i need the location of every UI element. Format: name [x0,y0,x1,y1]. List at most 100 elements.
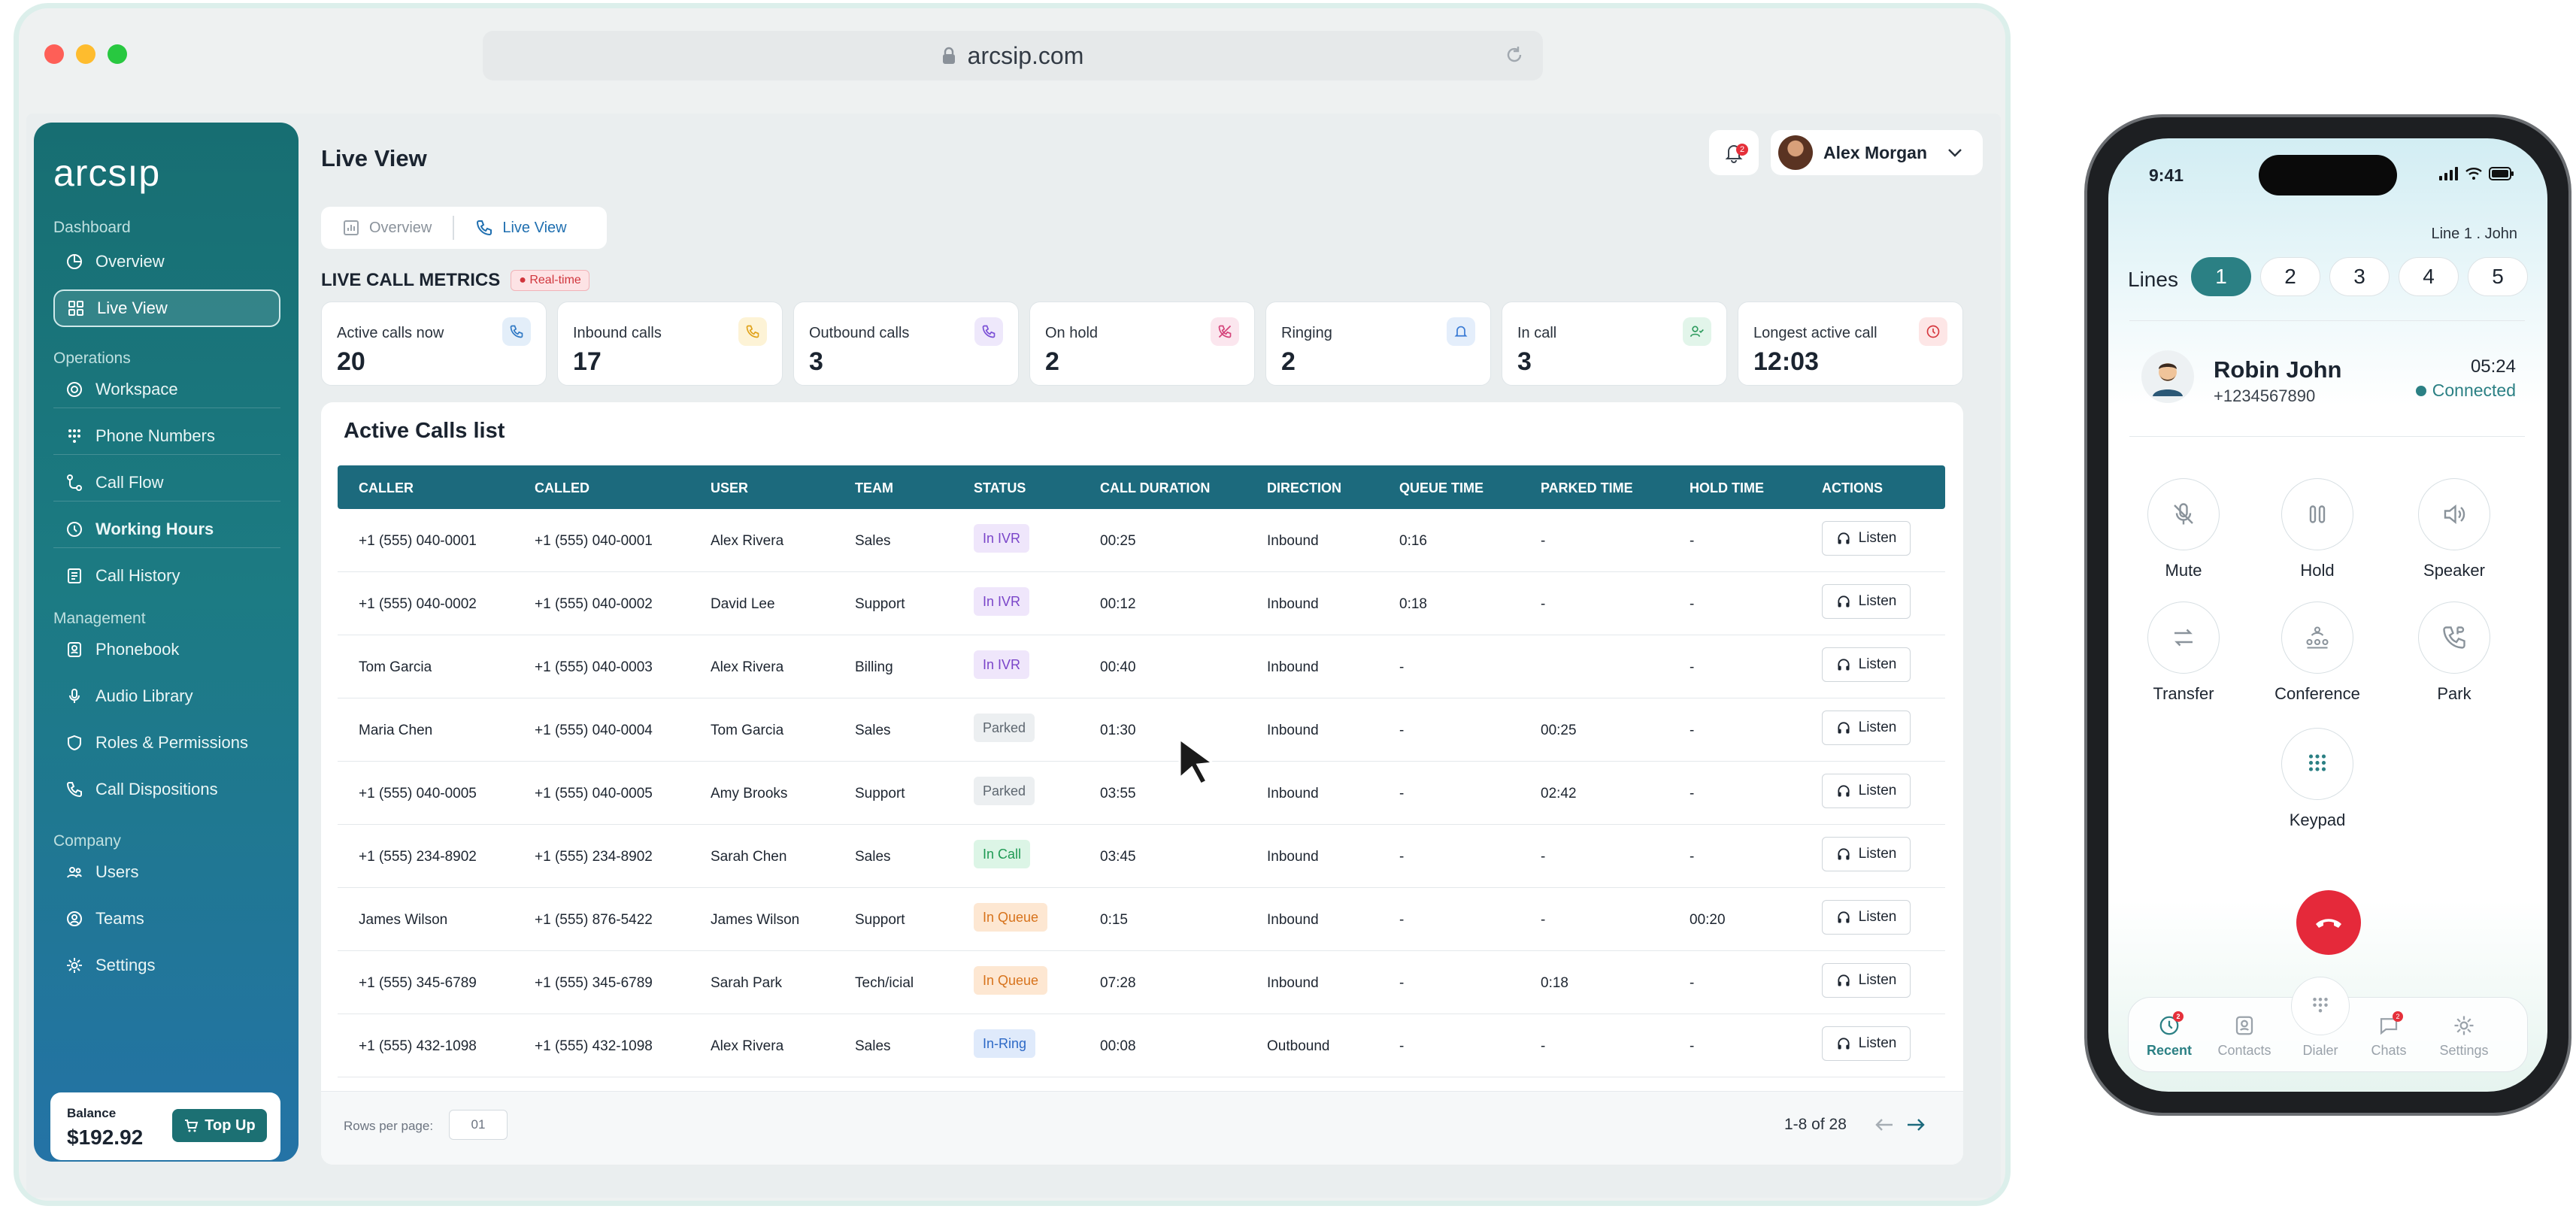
listen-button[interactable]: Listen [1822,584,1911,619]
table-cell: - [1690,533,1695,549]
sidebar-item-phonebook[interactable]: Phonebook [53,631,280,668]
phone-incoming-icon [738,317,767,346]
status-badge: Parked [974,714,1035,742]
listen-button[interactable]: Listen [1822,711,1911,745]
sidebar-item-roles-permissions[interactable]: Roles & Permissions [53,724,280,762]
table-cell: Inbound [1267,596,1319,612]
listen-label: Listen [1858,1035,1897,1051]
user-menu[interactable]: Alex Morgan [1771,130,1983,175]
tab-settings[interactable]: Settings [2426,1014,2502,1059]
metric-value: 3 [809,347,823,376]
line-1-button[interactable]: 1 [2191,257,2251,296]
pause-icon [2304,501,2331,528]
sidebar-item-overview[interactable]: Overview [53,243,280,280]
table-cell: - [1399,975,1405,991]
maximize-window-button[interactable] [108,44,127,64]
metric-card-in-call: In call 3 [1502,301,1727,386]
metric-value: 12:03 [1753,347,1819,376]
metric-label: Ringing [1281,325,1332,341]
table-cell: James Wilson [359,912,448,928]
clock-icon [1919,317,1947,346]
sidebar-item-audio-library[interactable]: Audio Library [53,677,280,715]
reload-icon[interactable] [1504,44,1525,65]
listen-label: Listen [1858,783,1897,798]
tab-live-view[interactable]: Live View [453,216,587,240]
headphones-icon [1836,657,1851,672]
line-2-button[interactable]: 2 [2260,257,2320,296]
dialer-fab[interactable] [2291,977,2350,1035]
table-footer: Rows per page: 01 1-8 of 28 [321,1091,1963,1165]
mute-button[interactable]: Mute [2146,478,2221,580]
lines-label: Lines [2128,268,2178,291]
table-cell: 03:45 [1100,849,1136,865]
table-row: +1 (555) 345-6789 +1 (555) 345-6789 Sarah … [338,951,1945,1014]
line-5-button[interactable]: 5 [2468,257,2528,296]
sidebar-item-live-view[interactable]: Live View [53,289,280,327]
sidebar-item-teams[interactable]: Teams [53,900,280,938]
top-up-button[interactable]: Top Up [172,1109,267,1142]
arrow-right-icon[interactable] [1906,1117,1926,1132]
park-button[interactable]: Park [2417,601,2492,704]
address-bar[interactable]: arcsip.com [483,31,1543,80]
table-cell: - [1690,786,1695,801]
line-4-button[interactable]: 4 [2399,257,2459,296]
listen-button[interactable]: Listen [1822,837,1911,871]
headphones-icon [1836,847,1851,862]
listen-button[interactable]: Listen [1822,647,1911,682]
arrow-left-icon[interactable] [1874,1117,1894,1132]
table-cell: Sales [855,533,891,549]
hold-button[interactable]: Hold [2280,478,2355,580]
minimize-window-button[interactable] [76,44,95,64]
tab-dialer[interactable]: Dialer [2283,1043,2358,1059]
close-window-button[interactable] [44,44,64,64]
table-cell: 00:08 [1100,1038,1136,1054]
table-row: +1 (555) 040-0005 +1 (555) 040-0005 Amy Br… [338,762,1945,825]
listen-button[interactable]: Listen [1822,1026,1911,1061]
table-row: +1 (555) 432-1098 +1 (555) 432-1098 Alex R… [338,1014,1945,1077]
sidebar-item-users[interactable]: Users [53,853,280,891]
phone-tab-bar: 2 Recent Contacts Dialer 2 Chats Setting… [2128,977,2528,1072]
listen-button[interactable]: Listen [1822,521,1911,556]
notifications-button[interactable]: 2 [1709,130,1759,175]
sidebar-item-phone-numbers[interactable]: Phone Numbers [53,417,280,455]
phone-icon [502,317,531,346]
sidebar-item-label: Settings [95,956,156,974]
table-cell: 00:12 [1100,596,1136,612]
tab-overview[interactable]: Overview [321,216,453,240]
listen-button[interactable]: Listen [1822,774,1911,808]
table-cell: +1 (555) 345-6789 [535,975,653,991]
signal-icon [2439,167,2459,180]
caller-name: Robin John [2214,356,2342,383]
transfer-button[interactable]: Transfer [2146,601,2221,704]
tab-label: Settings [2439,1043,2489,1058]
call-status: Connected [2415,380,2516,401]
tab-contacts[interactable]: Contacts [2207,1014,2282,1059]
table-cell: +1 (555) 432-1098 [535,1038,653,1054]
mic-icon [65,687,83,705]
tab-recent[interactable]: 2 Recent [2132,1011,2207,1059]
rows-per-page-select[interactable]: 01 [449,1110,508,1140]
sidebar-item-call-dispositions[interactable]: Call Dispositions [53,771,280,808]
end-call-button[interactable] [2296,890,2361,955]
tab-chats[interactable]: 2 Chats [2351,1011,2426,1059]
listen-button[interactable]: Listen [1822,963,1911,998]
balance-label: Balance [67,1106,117,1120]
sidebar-item-call-history[interactable]: Call History [53,557,280,595]
contacts-icon [2233,1014,2256,1037]
sidebar-item-working-hours[interactable]: Working Hours [53,511,280,548]
table-cell: - [1541,1038,1546,1054]
conference-button[interactable]: Conference [2274,601,2360,704]
metric-card-ringing: Ringing 2 [1265,301,1491,386]
keypad-button[interactable]: Keypad [2280,728,2355,830]
table-cell: Sarah Chen [711,849,787,865]
line-3-button[interactable]: 3 [2329,257,2390,296]
table-cell: +1 (555) 876-5422 [535,912,653,928]
metric-value: 20 [337,347,365,376]
speaker-button[interactable]: Speaker [2417,478,2492,580]
status-badge: In Queue [974,903,1048,932]
table-cell: 03:55 [1100,786,1136,801]
sidebar-item-call-flow[interactable]: Call Flow [53,464,280,501]
listen-button[interactable]: Listen [1822,900,1911,935]
sidebar-item-workspace[interactable]: Workspace [53,371,280,408]
sidebar-item-settings[interactable]: Settings [53,947,280,984]
